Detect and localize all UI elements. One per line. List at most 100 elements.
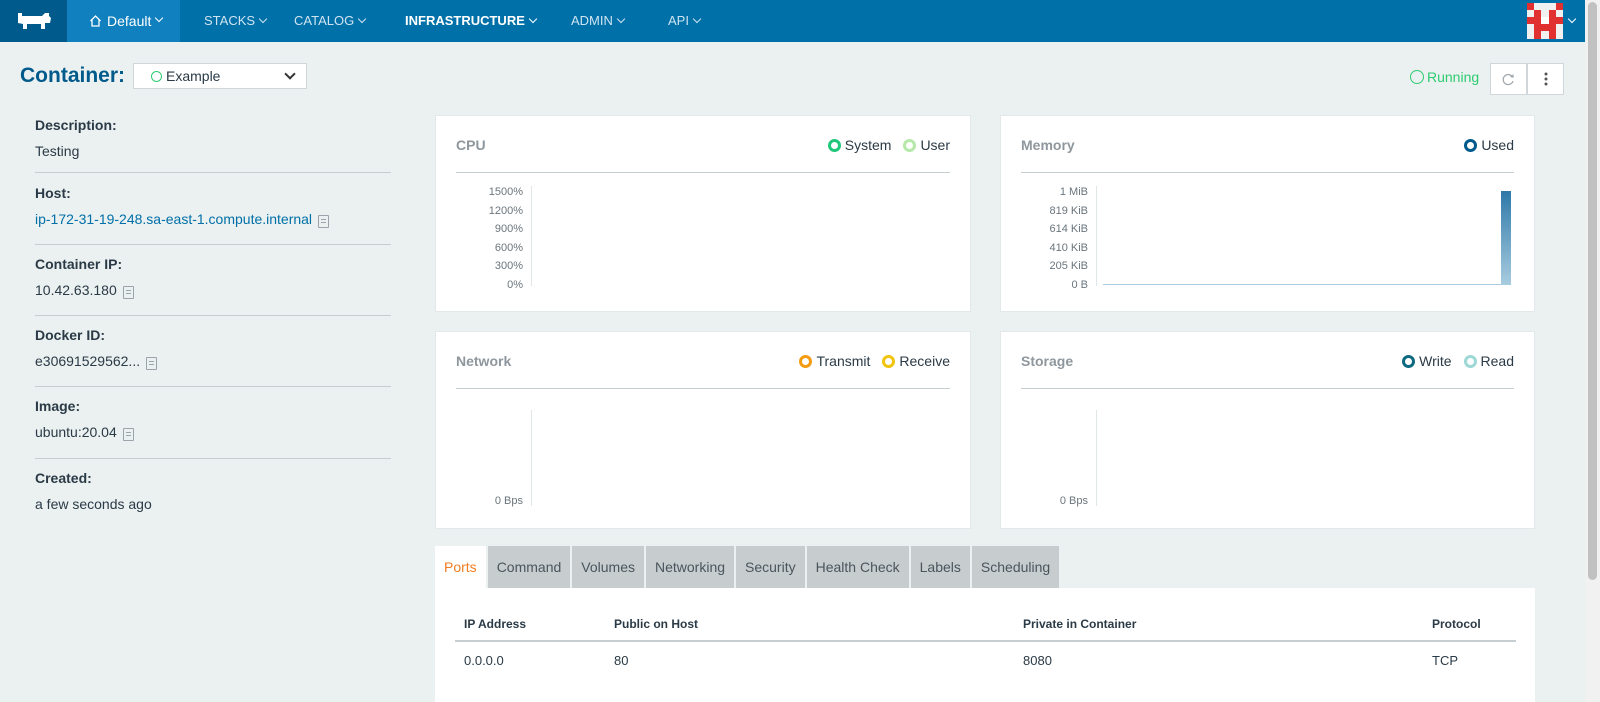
nav-infrastructure[interactable]: INFRASTRUCTURE (405, 0, 538, 42)
table-header-divider (455, 640, 1516, 642)
more-actions-button[interactable] (1527, 63, 1564, 95)
nav-stacks[interactable]: STACKS (204, 0, 268, 42)
y-tick-label: 410 KiB (1049, 242, 1088, 254)
copy-icon[interactable] (122, 285, 134, 299)
info-image: Image: ubuntu:20.04 (35, 398, 391, 441)
chart-legend: Write Read (1402, 353, 1514, 369)
divider (1021, 172, 1514, 173)
info-value[interactable]: ip-172-31-19-248.sa-east-1.compute.inter… (35, 211, 312, 227)
environment-label: Default (107, 13, 152, 29)
environment-switcher[interactable]: Default (67, 0, 180, 42)
tab-volumes[interactable]: Volumes (572, 546, 644, 588)
nav-stacks-label: STACKS (204, 13, 256, 28)
column-header-private[interactable]: Private in Container (1023, 617, 1136, 631)
legend-used: Used (1464, 137, 1514, 153)
scrollbar[interactable] (1585, 0, 1600, 702)
info-label: Created: (35, 470, 92, 486)
y-tick-label: 300% (494, 260, 523, 272)
tab-command[interactable]: Command (487, 546, 571, 588)
user-avatar[interactable] (1527, 3, 1563, 39)
chevron-down-icon (692, 14, 702, 24)
info-host: Host: ip-172-31-19-248.sa-east-1.compute… (35, 185, 391, 228)
info-label: Host: (35, 185, 71, 201)
y-tick-label: 0 Bps (1059, 495, 1088, 507)
nav-api-label: API (668, 13, 689, 28)
read-dot-icon (1463, 354, 1477, 368)
nav-catalog[interactable]: CATALOG (294, 0, 367, 42)
info-created: Created: a few seconds ago (35, 470, 391, 512)
home-icon (90, 15, 101, 27)
chevron-down-icon (284, 68, 296, 80)
divider (35, 386, 391, 387)
cow-logo-icon (17, 13, 51, 29)
docker-id-row: e30691529562... (35, 353, 391, 370)
chart-legend: Transmit Receive (799, 353, 950, 369)
info-value: Testing (35, 143, 80, 159)
info-container-ip: Container IP: 10.42.63.180 (35, 256, 391, 299)
info-value: 10.42.63.180 (35, 282, 117, 298)
column-header-protocol[interactable]: Protocol (1432, 617, 1481, 631)
user-dot-icon (903, 138, 917, 152)
tab-labels[interactable]: Labels (910, 546, 970, 588)
vertical-dots-icon (1544, 72, 1547, 86)
table-cell: 8080 (1023, 653, 1052, 668)
y-tick-label: 600% (494, 242, 523, 254)
y-tick-label: 205 KiB (1049, 260, 1088, 272)
divider (456, 172, 950, 173)
legend-transmit: Transmit (799, 353, 870, 369)
legend-label: Used (1481, 137, 1514, 153)
y-tick-label: 0 Bps (494, 495, 523, 507)
nav-api[interactable]: API (668, 0, 702, 42)
divider (35, 244, 391, 245)
scrollbar-thumb[interactable] (1588, 2, 1597, 580)
info-label: Image: (35, 398, 81, 414)
tab-networking[interactable]: Networking (645, 546, 735, 588)
info-value: ubuntu:20.04 (35, 424, 117, 440)
memory-panel: Memory Used 1 MiB 819 KiB 614 KiB 410 Ki… (1000, 115, 1535, 312)
restart-button[interactable] (1490, 63, 1527, 95)
system-dot-icon (827, 138, 841, 152)
legend-label: Transmit (816, 353, 871, 369)
legend-label: User (920, 137, 950, 153)
table-cell: TCP (1432, 653, 1458, 668)
container-select-value: Example (166, 68, 221, 84)
copy-icon[interactable] (122, 427, 134, 441)
divider (456, 388, 950, 389)
copy-icon[interactable] (318, 214, 330, 228)
container-ip-row: 10.42.63.180 (35, 282, 391, 299)
info-label: Docker ID: (35, 327, 106, 343)
tab-security[interactable]: Security (736, 546, 805, 588)
rancher-logo[interactable] (0, 0, 67, 42)
tab-scheduling[interactable]: Scheduling (971, 546, 1060, 588)
info-value: e30691529562... (35, 353, 141, 369)
column-header-public[interactable]: Public on Host (614, 617, 698, 631)
divider (35, 172, 391, 173)
info-label: Container IP: (35, 256, 123, 272)
chevron-down-icon (357, 14, 367, 24)
chart-legend: Used (1464, 137, 1514, 153)
nav-admin[interactable]: ADMIN (571, 0, 626, 42)
top-nav: Default STACKS CATALOG INFRASTRUCTURE AD… (0, 0, 1585, 42)
host-link[interactable]: ip-172-31-19-248.sa-east-1.compute.inter… (35, 211, 391, 228)
divider (1021, 388, 1514, 389)
copy-icon[interactable] (146, 356, 158, 370)
transmit-dot-icon (799, 354, 813, 368)
y-tick-label: 0% (507, 279, 523, 291)
y-tick-label: 900% (494, 223, 523, 235)
running-ring-icon (1410, 70, 1424, 84)
legend-label: Write (1419, 353, 1452, 369)
receive-dot-icon (882, 354, 896, 368)
container-select[interactable]: Example (133, 63, 307, 89)
ports-table: IP Address Public on Host Private in Con… (435, 588, 1535, 702)
chevron-down-icon[interactable] (1567, 14, 1577, 24)
refresh-icon (1502, 73, 1514, 85)
nav-infrastructure-label: INFRASTRUCTURE (405, 13, 525, 28)
chevron-down-icon (155, 13, 164, 23)
divider (35, 315, 391, 316)
tab-health-check[interactable]: Health Check (806, 546, 909, 588)
nav-admin-label: ADMIN (571, 13, 613, 28)
page-title: Container: (20, 64, 125, 87)
column-header-ip[interactable]: IP Address (464, 617, 526, 631)
tab-ports[interactable]: Ports (435, 546, 486, 588)
info-description: Description: Testing (35, 117, 391, 159)
